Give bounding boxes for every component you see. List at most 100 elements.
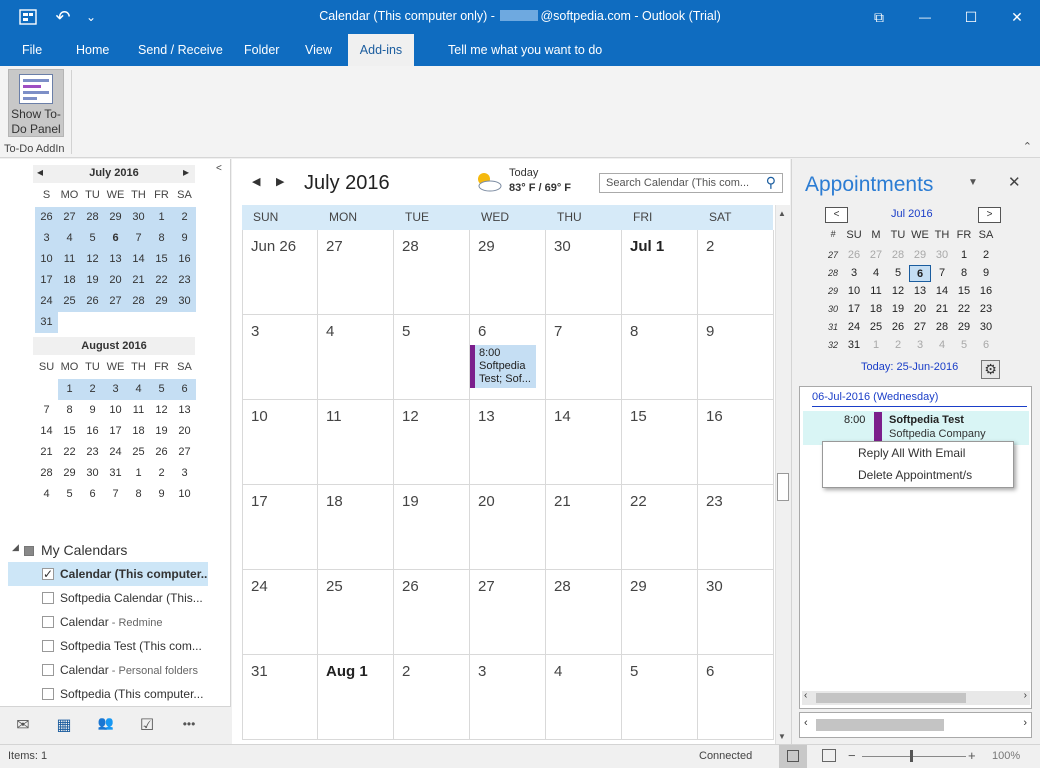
tab-send-receive[interactable]: Send / Receive xyxy=(130,34,231,66)
collapse-arrow-icon[interactable]: ◢ xyxy=(12,542,19,553)
panel-day[interactable]: 24 xyxy=(843,319,865,336)
calendar-list-item[interactable]: Softpedia Calendar (This... xyxy=(8,586,208,610)
calendar-checkbox[interactable] xyxy=(42,616,54,628)
list-hscrollbar[interactable]: ‹ › xyxy=(802,690,1030,705)
day-cell[interactable]: 12 xyxy=(394,400,470,485)
mini-day[interactable]: 21 xyxy=(35,442,58,463)
zoom-slider[interactable] xyxy=(862,756,966,757)
mini-day[interactable]: 13 xyxy=(173,400,196,421)
mini-day[interactable]: 6 xyxy=(173,379,196,400)
mini-day[interactable]: 9 xyxy=(150,484,173,505)
normal-view-icon[interactable] xyxy=(779,745,807,768)
tasks-icon[interactable]: ☑ xyxy=(133,715,161,737)
panel-day[interactable]: 25 xyxy=(865,319,887,336)
day-cell[interactable]: 9 xyxy=(698,315,774,400)
panel-day[interactable]: 21 xyxy=(931,301,953,318)
people-icon[interactable]: 👥 xyxy=(92,715,120,737)
panel-day[interactable]: 30 xyxy=(931,247,953,264)
day-cell[interactable]: 17 xyxy=(242,485,318,570)
panel-day[interactable]: 30 xyxy=(975,319,997,336)
day-cell[interactable]: 14 xyxy=(546,400,622,485)
mini-day[interactable]: 26 xyxy=(150,442,173,463)
mini-day[interactable]: 11 xyxy=(127,400,150,421)
day-cell[interactable]: 30 xyxy=(698,570,774,655)
day-cell[interactable]: Aug 1 xyxy=(318,655,394,740)
mini-day[interactable]: 14 xyxy=(35,421,58,442)
day-cell[interactable]: 11 xyxy=(318,400,394,485)
day-cell[interactable]: 3 xyxy=(242,315,318,400)
calendar-list-item[interactable]: ✓ Calendar (This computer... xyxy=(8,562,208,586)
day-cell[interactable]: 3 xyxy=(470,655,546,740)
calendar-scrollbar[interactable]: ▲ ▼ xyxy=(775,205,790,744)
mini-day[interactable]: 20 xyxy=(104,270,127,291)
panel-day[interactable]: 3 xyxy=(909,337,931,354)
tab-file[interactable]: File xyxy=(14,34,50,66)
panel-day[interactable]: 14 xyxy=(931,283,953,300)
mini-day[interactable]: 16 xyxy=(81,421,104,442)
day-cell[interactable]: 5 xyxy=(622,655,698,740)
day-cell[interactable]: 25 xyxy=(318,570,394,655)
panel-day[interactable]: 5 xyxy=(887,265,909,282)
mini-day[interactable]: 31 xyxy=(104,463,127,484)
mini-day[interactable]: 21 xyxy=(127,270,150,291)
panel-day[interactable]: 27 xyxy=(865,247,887,264)
mini-day[interactable]: 11 xyxy=(58,249,81,270)
mini-day[interactable]: 4 xyxy=(58,228,81,249)
panel-day[interactable]: 31 xyxy=(843,337,865,354)
panel-day[interactable]: 13 xyxy=(909,283,931,300)
zoom-out-icon[interactable]: − xyxy=(848,748,856,763)
reading-view-icon[interactable] xyxy=(822,749,836,762)
mini-day[interactable]: 28 xyxy=(81,207,104,228)
mini-day[interactable]: 9 xyxy=(173,228,196,249)
mini-day[interactable]: 14 xyxy=(127,249,150,270)
mini-day[interactable]: 1 xyxy=(127,463,150,484)
mini-day[interactable]: 25 xyxy=(127,442,150,463)
mini-day[interactable]: 24 xyxy=(35,291,58,312)
mini-day[interactable]: 27 xyxy=(58,207,81,228)
panel-day[interactable]: 1 xyxy=(953,247,975,264)
mini-day[interactable]: 15 xyxy=(150,249,173,270)
panel-day[interactable]: 2 xyxy=(887,337,909,354)
mini-day[interactable]: 17 xyxy=(35,270,58,291)
mini-day[interactable]: 3 xyxy=(173,463,196,484)
day-cell[interactable]: 6 xyxy=(698,655,774,740)
calendar-list-item[interactable]: Softpedia Test (This com... xyxy=(8,634,208,658)
mini-day[interactable]: 2 xyxy=(150,463,173,484)
panel-day[interactable]: 7 xyxy=(931,265,953,282)
panel-day[interactable]: 28 xyxy=(931,319,953,336)
mini-day[interactable]: 25 xyxy=(58,291,81,312)
panel-day[interactable]: 8 xyxy=(953,265,975,282)
mini-day[interactable]: 26 xyxy=(35,207,58,228)
mini-day[interactable]: 19 xyxy=(81,270,104,291)
calendar-checkbox[interactable] xyxy=(42,664,54,676)
day-cell[interactable]: Jun 26 xyxy=(242,230,318,315)
panel-day[interactable]: 12 xyxy=(887,283,909,300)
day-cell[interactable]: 4 xyxy=(318,315,394,400)
group-checkbox[interactable] xyxy=(24,546,34,556)
mini-day[interactable]: 26 xyxy=(81,291,104,312)
day-cell[interactable]: 19 xyxy=(394,485,470,570)
day-cell[interactable]: Jul 1 xyxy=(622,230,698,315)
tab-home[interactable]: Home xyxy=(68,34,117,66)
minimize-button[interactable]: — xyxy=(902,0,948,34)
day-cell[interactable]: 27 xyxy=(318,230,394,315)
day-cell[interactable]: 28 xyxy=(394,230,470,315)
day-cell[interactable]: 15 xyxy=(622,400,698,485)
panel-day[interactable]: 28 xyxy=(887,247,909,264)
mini-day[interactable]: 30 xyxy=(127,207,150,228)
tab-add-ins[interactable]: Add-ins xyxy=(348,34,414,66)
panel-day[interactable]: 4 xyxy=(865,265,887,282)
day-cell[interactable]: 7 xyxy=(546,315,622,400)
calendar-list-item[interactable]: Calendar - Personal folders xyxy=(8,658,208,682)
mini-day[interactable]: 10 xyxy=(35,249,58,270)
mini-day[interactable]: 30 xyxy=(173,291,196,312)
mini-day[interactable]: 28 xyxy=(127,291,150,312)
mini-day[interactable]: 23 xyxy=(81,442,104,463)
mini-day[interactable]: 30 xyxy=(81,463,104,484)
calendar-icon[interactable]: ▦ xyxy=(50,715,78,737)
prev-month-icon[interactable]: ◀ xyxy=(252,175,260,188)
more-icon[interactable]: ••• xyxy=(175,717,203,739)
day-cell[interactable]: 8 xyxy=(622,315,698,400)
panel-day[interactable]: 26 xyxy=(843,247,865,264)
maximize-button[interactable]: ☐ xyxy=(948,0,994,34)
